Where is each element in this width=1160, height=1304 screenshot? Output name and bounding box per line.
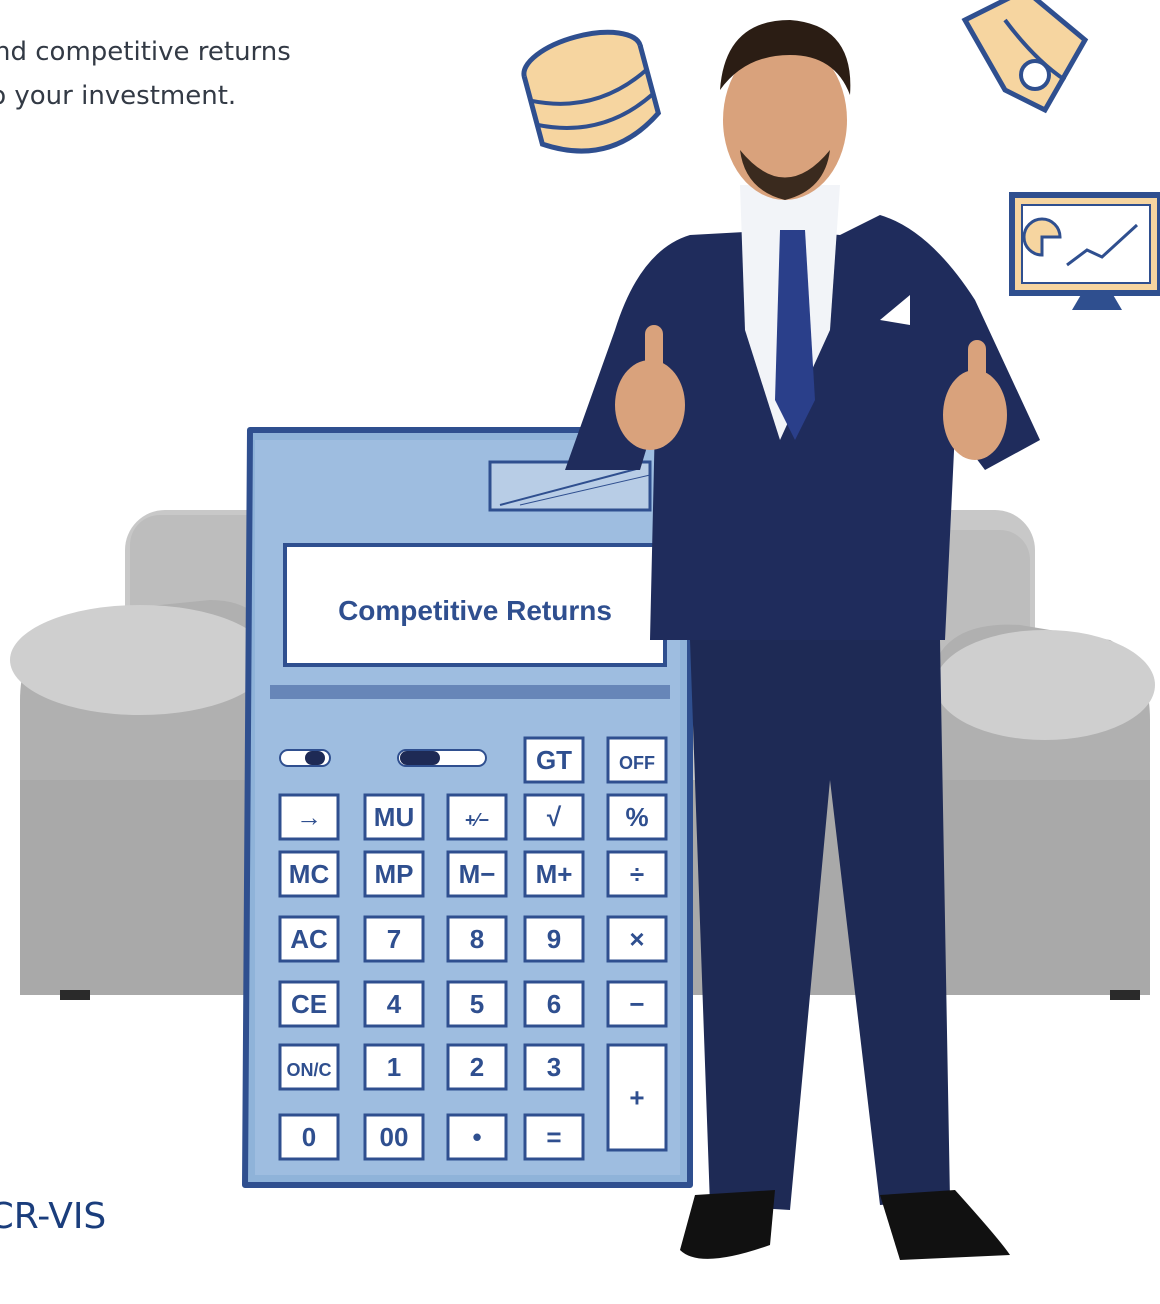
calculator-key: M+ [523, 850, 585, 898]
calculator-key-label: MP [375, 859, 414, 889]
calculator-key: 6 [523, 980, 585, 1028]
calculator-key: √ [523, 793, 585, 841]
calculator-key-label: ÷ [630, 859, 644, 889]
coin-stack-icon [521, 29, 662, 154]
calculator-key-label: → [296, 802, 322, 832]
calculator-key-label: GT [536, 745, 572, 775]
calculator-key-label: 1 [387, 1052, 401, 1082]
calculator-key-label: 00 [380, 1122, 409, 1152]
handshake-icon [961, 0, 1089, 114]
calculator-key: % [606, 793, 668, 841]
calculator-key: 7 [363, 915, 425, 963]
calculator-key: 0 [278, 1113, 340, 1161]
calculator-key-label: 5 [470, 989, 484, 1019]
calculator-key-label: OFF [619, 753, 655, 773]
calculator-key: ON/C [278, 1043, 340, 1091]
calculator-key-label: M+ [536, 859, 573, 889]
calculator-key: 9 [523, 915, 585, 963]
calculator-key: 4 [363, 980, 425, 1028]
calculator-key-label: + [629, 1083, 644, 1113]
calculator-display: Competitive Returns [338, 595, 612, 626]
calculator-key: MC [278, 850, 340, 898]
calculator-key: GT [523, 736, 585, 784]
calculator-illustration: Competitive Returns GT OFF → MU +⁄− √ % MC MP M− M… [242, 427, 693, 1188]
calculator-key-label: % [625, 802, 648, 832]
calculator-key: CE [278, 980, 340, 1028]
calculator-key: OFF [606, 736, 668, 784]
calculator-key-label: • [472, 1122, 481, 1152]
calculator-key: 2 [446, 1043, 508, 1091]
calculator-key: + [606, 1043, 668, 1152]
calculator-key: M− [446, 850, 508, 898]
calculator-key-label: − [629, 989, 644, 1019]
calculator-key-label: MC [289, 859, 330, 889]
calculator-key-label: 6 [547, 989, 561, 1019]
calculator-key-label: +⁄− [465, 810, 489, 830]
calculator-key-label: 0 [302, 1122, 316, 1152]
calculator-key-label: = [546, 1122, 561, 1152]
calculator-key: → [278, 793, 340, 841]
calculator-key: 3 [523, 1043, 585, 1091]
calculator-key: ÷ [606, 850, 668, 898]
calculator-key: • [446, 1113, 508, 1161]
calculator-key-label: AC [290, 924, 328, 954]
calculator-key: 5 [446, 980, 508, 1028]
calculator-key: 1 [363, 1043, 425, 1091]
calculator-key-label: 8 [470, 924, 484, 954]
calculator-key: 8 [446, 915, 508, 963]
calculator-key-label: 3 [547, 1052, 561, 1082]
calculator-key: MP [363, 850, 425, 898]
calculator-key-label: 2 [470, 1052, 484, 1082]
calculator-key-label: √ [547, 802, 562, 832]
calculator-key: = [523, 1113, 585, 1161]
calculator-key: × [606, 915, 668, 963]
monitor-chart-icon [1009, 192, 1160, 310]
calculator-key: AC [278, 915, 340, 963]
calculator-key-label: M− [459, 859, 496, 889]
calculator-key: 00 [363, 1113, 425, 1161]
calculator-key-label: × [629, 924, 644, 954]
calculator-key-label: MU [374, 802, 414, 832]
calculator-key: MU [363, 793, 425, 841]
calculator-key: − [606, 980, 668, 1028]
calculator-key-label: CE [291, 989, 327, 1019]
calculator-key-label: 9 [547, 924, 561, 954]
calculator-key-label: 4 [387, 989, 402, 1019]
calculator-key-label: ON/C [287, 1060, 332, 1080]
hero-illustration: Competitive Returns GT OFF → MU +⁄− √ % MC MP M− M… [10, 0, 1160, 1260]
calculator-key: +⁄− [446, 793, 508, 841]
calculator-key-label: 7 [387, 924, 401, 954]
